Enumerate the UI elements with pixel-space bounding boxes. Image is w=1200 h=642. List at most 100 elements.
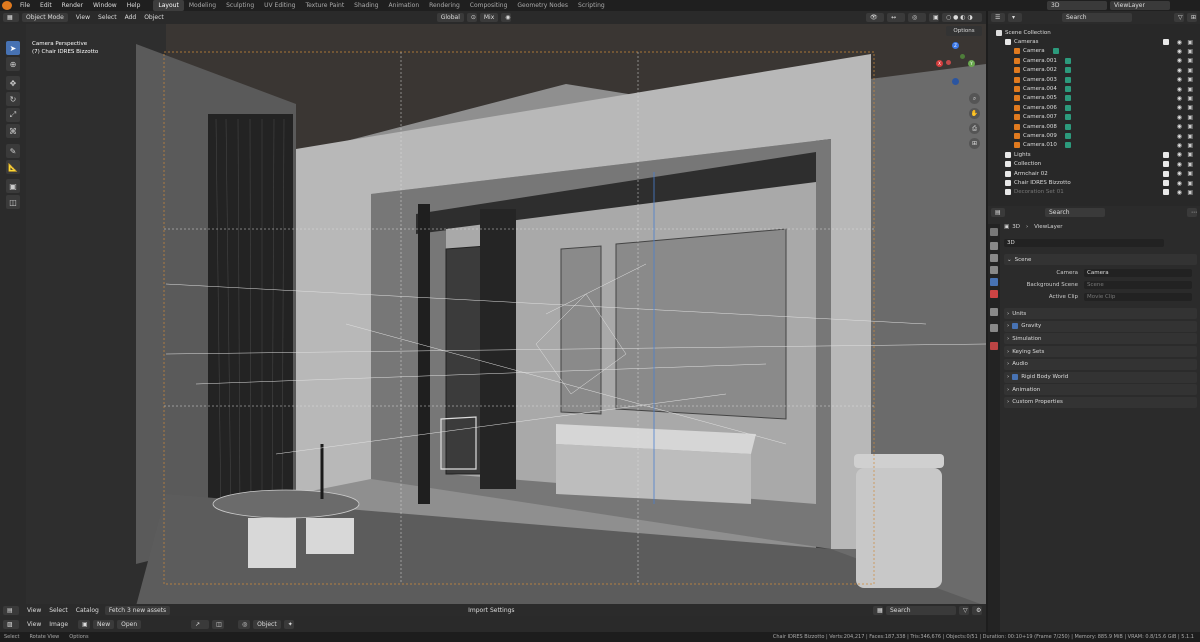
menu-render[interactable]: Render: [57, 2, 88, 9]
outliner-search-input[interactable]: Search: [1062, 13, 1132, 22]
orientation-selector[interactable]: Global: [436, 13, 464, 22]
tab-sculpting[interactable]: Sculpting: [221, 0, 259, 11]
visibility-eye-icon[interactable]: ◉: [1177, 161, 1182, 168]
panel-header[interactable]: › Animation: [1004, 384, 1197, 396]
pan-hand-icon[interactable]: ✋: [969, 108, 980, 119]
exclude-checkbox[interactable]: [1163, 189, 1169, 196]
asset-menu-catalog[interactable]: Catalog: [76, 607, 99, 614]
cursor-tool-icon[interactable]: ⊕: [6, 57, 20, 71]
gizmo-toggle-icon[interactable]: ↔: [887, 13, 905, 22]
texture-tab-icon[interactable]: [990, 324, 998, 332]
render-camera-icon[interactable]: ▣: [1187, 142, 1193, 149]
outliner-row[interactable]: Camera.004 ◉ ▣: [988, 84, 1200, 93]
outliner-row[interactable]: Cameras ◉ ▣: [988, 37, 1200, 46]
mode-selector[interactable]: Object Mode: [22, 13, 68, 22]
outliner-row[interactable]: Lights ◉ ▣: [988, 150, 1200, 159]
menu-add[interactable]: Add: [125, 14, 137, 21]
ortho-grid-icon[interactable]: ⊞: [969, 138, 980, 149]
view-toggle-icon[interactable]: ◫: [212, 619, 225, 629]
render-camera-icon[interactable]: ▣: [1187, 180, 1193, 187]
render-camera-icon[interactable]: ▣: [1187, 95, 1193, 102]
scene-name-field[interactable]: 3D: [1004, 239, 1164, 247]
properties-search-input[interactable]: Search: [1045, 208, 1105, 217]
exclude-checkbox[interactable]: [1163, 180, 1169, 187]
tab-geometry-nodes[interactable]: Geometry Nodes: [512, 0, 573, 11]
outliner-row[interactable]: Camera.010 ◉ ▣: [988, 141, 1200, 150]
outliner-row[interactable]: Camera.003 ◉ ▣: [988, 75, 1200, 84]
visibility-icon[interactable]: 👁: [866, 13, 884, 22]
menu-object[interactable]: Object: [144, 14, 164, 21]
gizmo-neg-z[interactable]: [952, 78, 959, 85]
image-menu-view[interactable]: View: [27, 621, 41, 628]
properties-editor-icon[interactable]: ▤: [991, 208, 1005, 217]
outliner-row[interactable]: Collection ◉ ▣: [988, 160, 1200, 169]
import-settings-button[interactable]: Import Settings: [468, 607, 514, 614]
image-browse-icon[interactable]: ▣: [78, 619, 91, 629]
rotate-tool-icon[interactable]: ↻: [6, 92, 20, 106]
outliner-row[interactable]: Camera.008 ◉ ▣: [988, 122, 1200, 131]
render-camera-icon[interactable]: ▣: [1187, 76, 1193, 83]
panel-header[interactable]: › Gravity: [1004, 320, 1197, 332]
exclude-checkbox[interactable]: [1163, 161, 1169, 168]
outliner-editor-icon[interactable]: ☰: [991, 13, 1005, 22]
visibility-eye-icon[interactable]: ◉: [1177, 57, 1182, 64]
tab-animation[interactable]: Animation: [384, 0, 425, 11]
gizmo-z-axis[interactable]: Z: [952, 42, 959, 49]
pin-image-icon[interactable]: ✦: [283, 619, 294, 629]
outliner-row[interactable]: Camera.001 ◉ ▣: [988, 56, 1200, 65]
blender-logo-icon[interactable]: [2, 1, 12, 10]
open-image-button[interactable]: Open: [117, 619, 142, 629]
fetch-assets-button[interactable]: Fetch 3 new assets: [104, 605, 171, 615]
object-mode-selector[interactable]: Object: [253, 619, 281, 629]
render-camera-icon[interactable]: ▣: [1187, 104, 1193, 111]
asset-menu-view[interactable]: View: [27, 607, 41, 614]
panel-enable-checkbox[interactable]: [1012, 323, 1019, 330]
exclude-checkbox[interactable]: [1163, 151, 1169, 158]
render-camera-icon[interactable]: ▣: [1187, 170, 1193, 177]
visibility-eye-icon[interactable]: ◉: [1177, 104, 1182, 111]
properties-options-icon[interactable]: ⋯: [1187, 208, 1197, 217]
sync-icon[interactable]: ◎: [238, 619, 251, 629]
menu-file[interactable]: File: [15, 2, 35, 9]
menu-view[interactable]: View: [76, 14, 90, 21]
proportional-edit-icon[interactable]: ◉: [501, 13, 512, 22]
display-mode-icon[interactable]: ▾: [1008, 13, 1022, 22]
gizmo-x-axis[interactable]: X: [936, 60, 943, 67]
visibility-eye-icon[interactable]: ◉: [1177, 39, 1182, 46]
navigation-gizmo[interactable]: Z X Y: [934, 40, 978, 85]
camera-field[interactable]: Camera: [1084, 269, 1192, 277]
asset-menu-select[interactable]: Select: [49, 607, 68, 614]
zoom-icon[interactable]: ⌕: [969, 93, 980, 104]
outliner-row[interactable]: Camera.005 ◉ ▣: [988, 94, 1200, 103]
overlay-toggle-icon[interactable]: ◎: [908, 13, 926, 22]
tab-scripting[interactable]: Scripting: [573, 0, 610, 11]
render-camera-icon[interactable]: ▣: [1187, 161, 1193, 168]
panel-header[interactable]: › Audio: [1004, 358, 1197, 370]
add-cube-tool-icon[interactable]: ▣: [6, 179, 20, 193]
render-camera-icon[interactable]: ▣: [1187, 67, 1193, 74]
tab-shading[interactable]: Shading: [349, 0, 383, 11]
tab-uv-editing[interactable]: UV Editing: [259, 0, 300, 11]
view-layer-selector[interactable]: ViewLayer: [1110, 1, 1170, 10]
panel-header[interactable]: › Units: [1004, 308, 1197, 319]
render-camera-icon[interactable]: ▣: [1187, 57, 1193, 64]
add-object-tool-icon[interactable]: ◫: [6, 195, 20, 209]
settings-icon[interactable]: ⚙: [972, 605, 982, 615]
tab-rendering[interactable]: Rendering: [424, 0, 465, 11]
xray-icon[interactable]: ▣: [929, 13, 939, 22]
visibility-eye-icon[interactable]: ◉: [1177, 123, 1182, 130]
image-editor-icon[interactable]: ▨: [3, 619, 19, 629]
tab-compositing[interactable]: Compositing: [465, 0, 513, 11]
options-button[interactable]: Options: [946, 26, 982, 36]
render-camera-icon[interactable]: ▣: [1187, 189, 1193, 196]
render-camera-icon[interactable]: ▣: [1187, 133, 1193, 140]
menu-select[interactable]: Select: [98, 14, 117, 21]
panel-header[interactable]: › Custom Properties: [1004, 396, 1197, 408]
menu-window[interactable]: Window: [88, 2, 122, 9]
shading-modes[interactable]: ○ ● ◐ ◑: [942, 13, 982, 22]
outliner-row[interactable]: Camera.002 ◉ ▣: [988, 66, 1200, 75]
menu-edit[interactable]: Edit: [35, 2, 57, 9]
visibility-eye-icon[interactable]: ◉: [1177, 151, 1182, 158]
visibility-eye-icon[interactable]: ◉: [1177, 67, 1182, 74]
annotate-tool-icon[interactable]: ✎: [6, 144, 20, 158]
